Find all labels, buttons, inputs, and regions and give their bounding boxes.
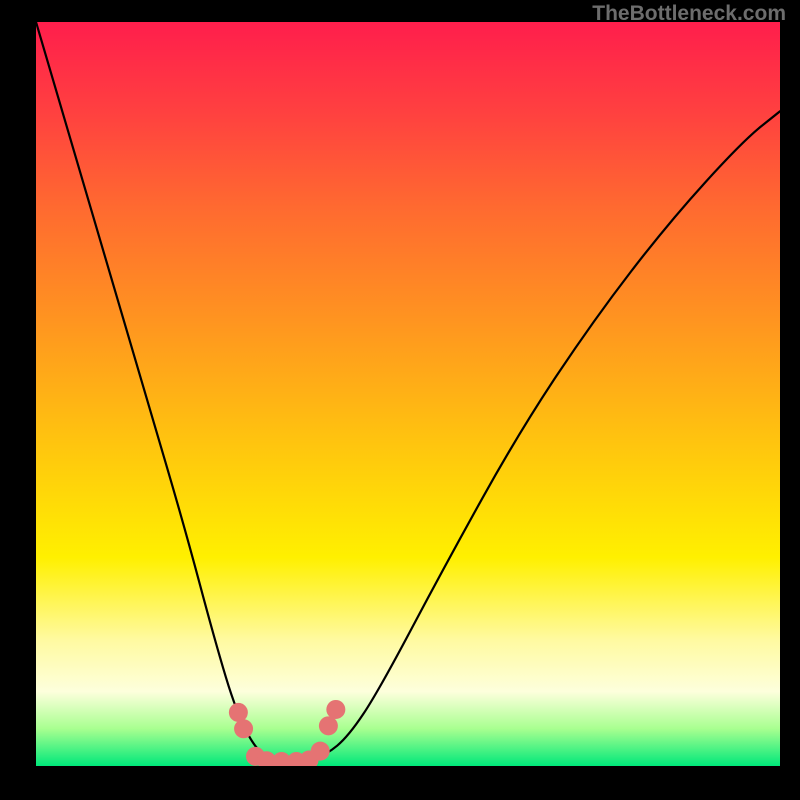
curve-marker xyxy=(326,700,345,719)
plot-area xyxy=(36,22,780,766)
curve-layer xyxy=(36,22,780,766)
curve-marker xyxy=(229,703,248,722)
watermark-text: TheBottleneck.com xyxy=(592,2,786,26)
curve-marker xyxy=(319,716,338,735)
bottleneck-curve xyxy=(36,22,780,762)
curve-marker xyxy=(234,719,253,738)
chart-root: TheBottleneck.com xyxy=(0,0,800,800)
curve-marker xyxy=(311,742,330,761)
curve-group xyxy=(36,22,780,762)
marker-group xyxy=(229,700,345,766)
